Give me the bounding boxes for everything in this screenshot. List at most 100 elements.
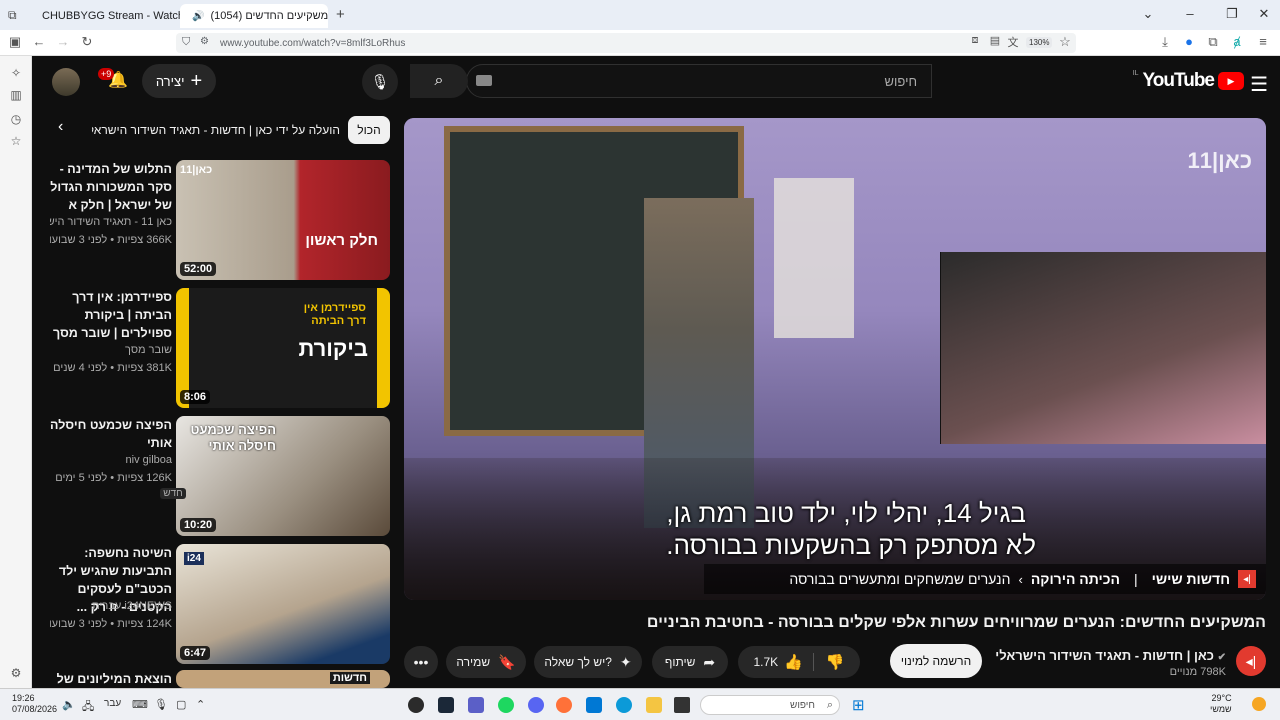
video-title[interactable]: הוצאת המיליונים של ג'וני xyxy=(50,670,172,688)
tab-chubbygg[interactable]: CHUBBYGG Stream - Watch Live xyxy=(30,4,180,28)
extension-icon[interactable]: ⱥ xyxy=(1228,34,1246,49)
wall-papers xyxy=(774,178,854,338)
avatar[interactable] xyxy=(52,68,80,96)
extensions-icon[interactable]: ⧉ xyxy=(1204,34,1222,50)
video-thumbnail[interactable]: i24 6:47 xyxy=(176,544,390,664)
list-item[interactable]: כאן|11 חלק ראשון 52:00 התלוש של המדינה -… xyxy=(50,160,390,282)
video-player[interactable]: כאן|11 בגיל 14, יהלי לוי, ילד טוב רמת גן… xyxy=(404,118,1266,600)
bookmark-star-icon[interactable]: ☆ xyxy=(1056,34,1074,50)
list-item[interactable]: ספיידרמן אין דרך הביתה ביקורת 8:06 ספייד… xyxy=(50,288,390,410)
reload-icon[interactable]: ↻ xyxy=(78,34,96,50)
site-info-icon[interactable]: ⚙ xyxy=(200,36,209,47)
shield-icon[interactable]: ⛉ xyxy=(182,36,190,49)
video-thumbnail[interactable]: חדשות xyxy=(176,670,390,688)
microphone-icon[interactable]: 🎙 xyxy=(154,698,168,711)
task-view-icon[interactable] xyxy=(674,697,690,713)
tray-expand-icon[interactable]: ⌃ xyxy=(196,698,205,711)
discord-icon[interactable] xyxy=(528,697,544,713)
video-title[interactable]: הפיצה שכמעט חיסלה אותי xyxy=(50,416,172,452)
steam-icon[interactable] xyxy=(438,697,454,713)
search-input[interactable]: חיפוש xyxy=(466,64,932,98)
search-icon: ⌕ xyxy=(826,699,833,711)
channel-avatar[interactable]: ◂| xyxy=(1236,646,1266,676)
account-icon[interactable]: ● xyxy=(1180,34,1198,49)
channel-name[interactable]: i24NEWS עברית xyxy=(50,598,172,614)
translate-icon[interactable]: 文 xyxy=(1004,34,1022,50)
more-actions-button[interactable]: ••• xyxy=(404,646,438,678)
taskbar-clock[interactable]: 19:26 07/08/2026 xyxy=(12,693,57,715)
download-icon[interactable]: ⤓ xyxy=(1156,34,1174,50)
settings-icon[interactable]: ⚙ xyxy=(8,666,24,680)
back-icon[interactable]: ← xyxy=(30,34,48,49)
teams-icon[interactable] xyxy=(468,697,484,713)
channel-name[interactable]: niv gilboa xyxy=(50,452,172,468)
channel-name[interactable]: כאן 11 - תאגיד השידור היש... xyxy=(50,214,172,230)
zoom-level[interactable]: 130% xyxy=(1026,37,1053,48)
duration-badge: 6:47 xyxy=(180,646,211,660)
video-thumbnail[interactable]: ספיידרמן אין דרך הביתה ביקורת 8:06 xyxy=(176,288,390,408)
like-button[interactable]: 1.7K 👍 xyxy=(753,653,814,671)
list-item[interactable]: הפיצה שכמעט חיסלה אותי 10:20 הפיצה שכמעט… xyxy=(50,416,390,538)
subscriber-count: 798K מנויים xyxy=(1169,666,1226,678)
hamburger-menu-icon[interactable]: ☰ xyxy=(1250,72,1268,97)
tab-list-icon[interactable]: ⌄ xyxy=(1138,6,1158,22)
network-icon[interactable]: 🖧 xyxy=(82,698,94,717)
history-icon[interactable]: ◷ xyxy=(8,112,24,126)
firefox-icon[interactable] xyxy=(556,697,572,713)
list-item[interactable]: i24 6:47 השיטה נחשפה: התביעות שהגיש ילד … xyxy=(50,544,390,666)
browser-sidebar: ✧ ▥ ◷ ☆ ⚙ xyxy=(0,56,32,688)
language-indicator[interactable]: עבר xyxy=(104,698,121,709)
channel-name[interactable]: ✔ כאן | חדשות - תאגיד השידור הישראלי xyxy=(995,648,1226,663)
tab-actions-icon[interactable]: ⧉ xyxy=(8,8,17,23)
file-explorer-icon[interactable] xyxy=(646,697,662,713)
speaker-icon[interactable]: 🔊 xyxy=(192,11,204,22)
ai-icon[interactable]: ✧ xyxy=(8,66,24,80)
menu-icon[interactable]: ≡ xyxy=(1254,34,1272,49)
tab-title: CHUBBYGG Stream - Watch Live xyxy=(42,10,180,22)
favorites-icon[interactable]: ☆ xyxy=(8,134,24,148)
chip-uploader[interactable]: הועלה על ידי כאן | חדשות - תאגיד השידור … xyxy=(92,116,340,144)
taskbar-search[interactable]: חיפוש ⌕ xyxy=(700,695,840,715)
close-window-icon[interactable]: ✕ xyxy=(1254,6,1274,22)
windows-start-icon[interactable]: ⊞ xyxy=(852,696,865,714)
address-bar[interactable]: ⛉ ⚙ www.youtube.com/watch?v=8mlf3LoRhus xyxy=(176,33,1076,53)
video-title[interactable]: ספיידרמן: אין דרך הביתה | ביקורת ספוילרי… xyxy=(50,288,172,342)
subtitle-line: לא מסתפק רק בהשקעות בבורסה. xyxy=(666,530,1036,560)
weather-widget[interactable]: 29°C שמשי xyxy=(1210,693,1232,715)
bookmarks-icon[interactable]: ▥ xyxy=(8,88,24,102)
sidebar-toggle-icon[interactable]: ▣ xyxy=(6,34,24,50)
save-button[interactable]: שמירה 🔖 xyxy=(446,646,526,678)
forward-icon[interactable]: → xyxy=(54,34,72,49)
video-title[interactable]: התלוש של המדינה - סקר המשכורות הגדול של … xyxy=(50,160,172,214)
list-item[interactable]: חדשות הוצאת המיליונים של ג'וני xyxy=(50,670,390,688)
keyboard-icon[interactable]: ⌨ xyxy=(132,698,148,711)
new-tab-button[interactable]: + xyxy=(336,6,345,23)
restore-icon[interactable]: ❐ xyxy=(1222,6,1242,22)
reader-icon[interactable]: ▤ xyxy=(986,34,1004,47)
tab-youtube[interactable]: 🔊 (1054) המשקיעים החדשים × xyxy=(180,4,328,28)
dislike-button[interactable]: 👎 xyxy=(822,653,845,671)
video-thumbnail[interactable]: הפיצה שכמעט חיסלה אותי 10:20 xyxy=(176,416,390,536)
notifications-badge: +9 xyxy=(98,68,115,80)
minimize-icon[interactable]: – xyxy=(1180,6,1200,21)
spotify-icon[interactable] xyxy=(498,697,514,713)
volume-icon[interactable]: 🔈 xyxy=(62,698,76,711)
store-icon[interactable] xyxy=(586,697,602,713)
subscribe-button[interactable]: הרשמה למינוי xyxy=(890,644,982,678)
edge-icon[interactable] xyxy=(616,697,632,713)
obs-icon[interactable] xyxy=(408,697,424,713)
pip-icon[interactable]: ⧈ xyxy=(966,34,984,47)
youtube-logo[interactable]: IL YouTube ▶ xyxy=(1133,70,1244,92)
ask-button[interactable]: יש לך שאלה? ✦ xyxy=(534,646,642,678)
channel-name[interactable]: שובר מסך xyxy=(50,342,172,358)
create-button[interactable]: יצירה + xyxy=(142,64,216,98)
voice-search-button[interactable]: 🎙 xyxy=(362,64,398,100)
video-thumbnail[interactable]: כאן|11 חלק ראשון 52:00 xyxy=(176,160,390,280)
search-button[interactable]: ⌕ xyxy=(410,64,468,98)
keyboard-icon[interactable] xyxy=(476,75,492,86)
chip-all[interactable]: הכול xyxy=(348,116,390,144)
share-button[interactable]: שיתוף ➦ xyxy=(652,646,728,678)
create-label: יצירה xyxy=(155,73,185,89)
chevron-left-icon[interactable]: ‹ xyxy=(58,118,63,136)
location-icon[interactable]: ▢ xyxy=(176,698,186,711)
